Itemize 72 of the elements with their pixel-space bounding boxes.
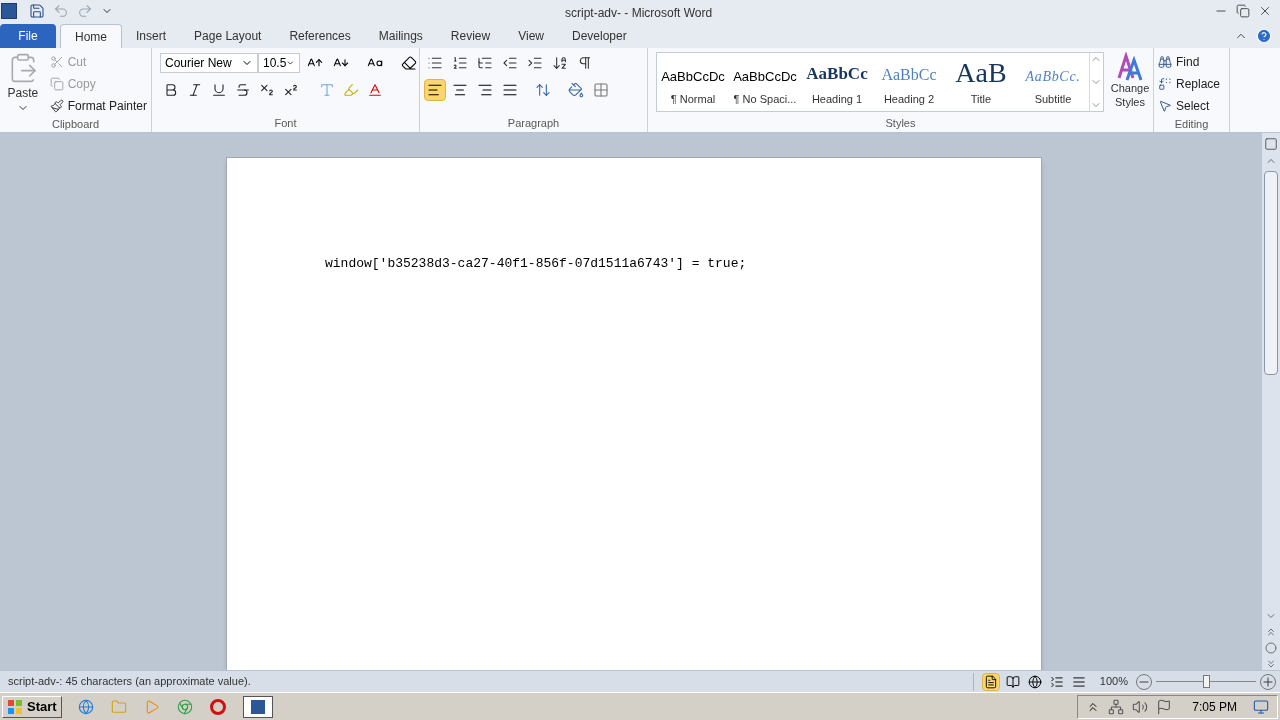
change-styles-button[interactable]: Change Styles [1108,52,1152,115]
print-view-icon [983,674,998,689]
style-item[interactable]: AaBbCcDc ¶ No Spaci... [729,53,801,111]
group-label: Clipboard [50,117,101,132]
web-view-icon [1027,674,1042,689]
outline-view-icon [1049,674,1064,689]
group-label: Editing [1173,117,1210,132]
previous-page-icon[interactable] [1265,626,1277,638]
stacked-letters-icon [1115,52,1145,82]
pointer-icon [1158,99,1172,113]
ribbon-tab[interactable]: References [275,24,365,48]
ribbon-tab[interactable]: Home [60,24,122,48]
scroll-thumb[interactable] [1264,171,1278,375]
file-tab[interactable]: File [0,24,56,48]
word-taskbar-button[interactable] [242,695,273,718]
opera-icon[interactable] [209,698,226,715]
align-right-icon [477,82,493,98]
reading-view-icon [1005,674,1020,689]
volume-icon[interactable] [1132,698,1149,715]
ribbon-tab[interactable]: Developer [557,24,641,48]
group-label: Font [273,116,298,131]
ribbon-tab[interactable]: View [504,24,558,48]
align-button[interactable] [424,79,446,101]
view-button[interactable] [981,672,1000,691]
save-icon[interactable] [29,3,45,19]
replace-icon [1158,77,1172,91]
close-icon[interactable] [1258,4,1272,18]
status-text: script-adv-: 45 characters (an approximate value). [7,674,252,690]
font-size-field[interactable]: 10.5 [258,53,300,73]
start-button[interactable]: Start [2,695,62,718]
windows-flag-icon [7,698,23,715]
ribbon-tab[interactable]: Review [436,24,505,48]
ribbon-tab[interactable]: Insert [122,24,181,48]
align-justify-icon [502,82,518,98]
browser-icon[interactable] [77,698,94,715]
scissors-icon [49,55,64,69]
clock: 7:05 PM [1192,698,1237,716]
editing-button[interactable]: Select [1158,96,1221,116]
show-desktop-icon[interactable] [1253,698,1269,715]
zoom-level[interactable]: 100% [1099,673,1128,690]
copy-icon [49,77,64,91]
editing-button[interactable]: Find [1158,52,1221,72]
style-item[interactable]: AaBbCcDc ¶ Normal [657,53,729,111]
clipboard-button[interactable]: Format Painter [49,96,147,116]
ribbon-tab[interactable]: Page Layout [180,24,276,48]
align-left-icon [427,82,443,98]
document-text: window['b35238d3-ca27-40f1-856f-07d1511a6743'] = true; [325,255,748,273]
next-page-icon[interactable] [1265,658,1277,670]
zoom-thumb[interactable] [1203,674,1210,688]
paste-button[interactable]: Paste [4,52,42,116]
group-label: Paragraph [506,116,561,131]
draft-view-icon [1071,674,1086,689]
network-icon[interactable] [1108,698,1125,715]
editing-button[interactable]: Replace [1158,74,1221,94]
browse-object-icon[interactable] [1265,642,1277,654]
zoom-slider[interactable] [1156,674,1256,689]
ribbon-tab[interactable]: Mailings [364,24,437,48]
vertical-scrollbar[interactable] [1262,133,1280,670]
align-center-icon [452,82,468,98]
style-item[interactable]: AaB Title [945,53,1017,111]
help-icon[interactable] [1256,28,1272,44]
group-label: Styles [884,116,917,131]
ruler-icon[interactable] [1264,137,1278,151]
restore-icon[interactable] [1236,4,1250,18]
style-item[interactable]: AaBbCc Heading 2 [873,53,945,111]
style-item[interactable]: AaBbCc Heading 1 [801,53,873,111]
window-title: script-adv- - Microsoft Word [565,5,713,22]
style-item[interactable]: AaBbCc. Subtitle [1017,53,1089,111]
font-name-field[interactable]: Courier New [160,53,258,73]
flag-icon[interactable] [1156,698,1173,715]
paintbrush-icon [49,99,64,113]
binoculars-icon [1158,55,1172,69]
